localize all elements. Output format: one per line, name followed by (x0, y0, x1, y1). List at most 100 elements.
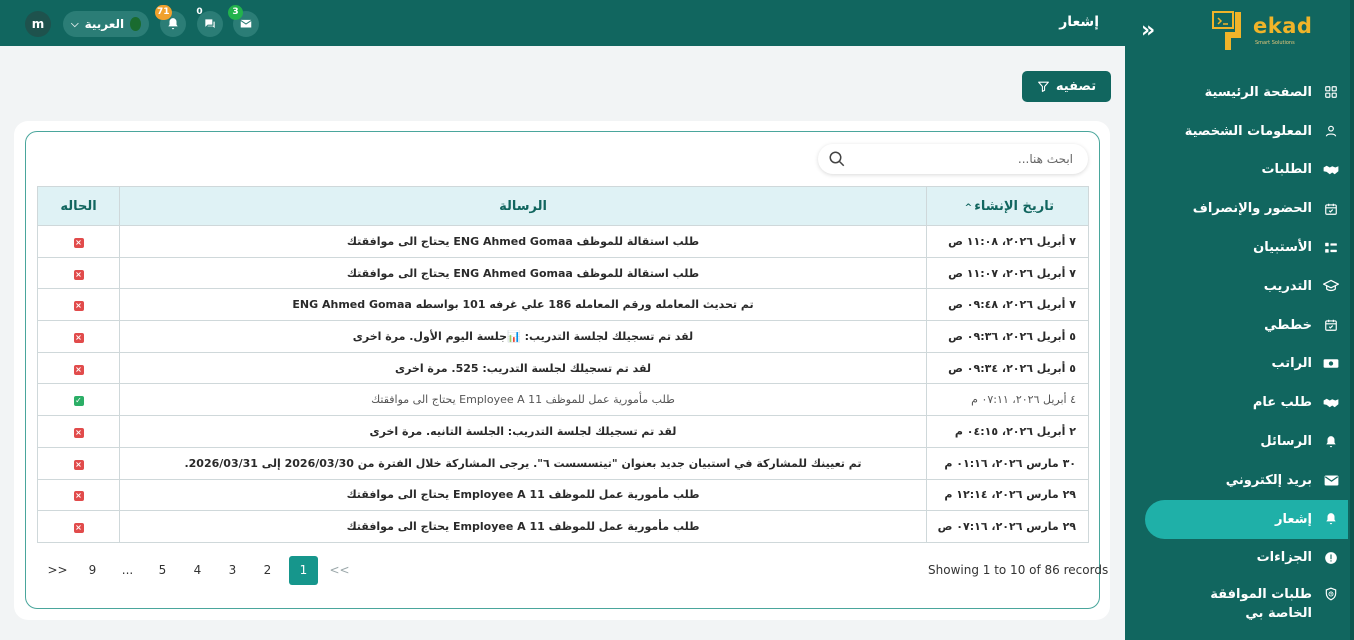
cell-status: × (37, 351, 120, 385)
sidebar-item-11[interactable]: إشعار (1145, 499, 1348, 539)
column-header-date[interactable]: تاريخ الإنشاء^ (926, 186, 1089, 226)
company-logo: ekad Smart Solutions (1211, 10, 1312, 52)
sidebar-item-1[interactable]: المعلومات الشخصية (1145, 112, 1348, 151)
language-selector[interactable]: ⌵ العربية (63, 11, 149, 37)
sidebar-item-label: إشعار (1275, 511, 1312, 527)
cell-date: ٧ أبريل ٢٠٢٦، ١١:٠٨ ص (926, 225, 1089, 258)
calendar-check-icon (1322, 200, 1340, 218)
cell-message: لقد تم تسجيلك لجلسة التدريب: الجلسة التا… (119, 415, 927, 448)
bell-icon (168, 18, 178, 30)
sidebar-item-6[interactable]: خططي (1145, 306, 1348, 345)
mail-badge: 3 (228, 5, 243, 20)
search-icon[interactable] (828, 150, 846, 168)
sidebar-item-7[interactable]: الراتب (1145, 345, 1348, 384)
cell-date: ٢٩ مارس ٢٠٢٦، ٠٧:١٦ ص (926, 510, 1089, 543)
sidebar-item-label: الرسائل (1260, 434, 1312, 450)
sidebar-item-label: التدريب (1263, 278, 1312, 294)
page-button-5[interactable]: 5 (145, 556, 180, 585)
top-header: إشعار m ⌵ العربية 71 0 3 (0, 0, 1125, 46)
sidebar-item-5[interactable]: التدريب (1145, 267, 1348, 306)
cell-status: ✓ (37, 383, 120, 417)
money-icon (1322, 355, 1340, 373)
sidebar-item-4[interactable]: الأستبيان (1145, 228, 1348, 267)
status-rejected-icon: × (73, 459, 84, 470)
table-row[interactable]: ٢٩ مارس ٢٠٢٦، ١٢:١٤ م طلب مأمورية عمل للم… (37, 478, 1089, 512)
sidebar-item-2[interactable]: الطلبات (1145, 151, 1348, 190)
collapse-sidebar-icon[interactable]: » (1141, 20, 1163, 44)
sidebar-item-12[interactable]: الجزاءات (1145, 539, 1348, 578)
page-last-button[interactable]: >> (40, 556, 75, 585)
alert-circle-icon (1322, 549, 1340, 567)
filter-button[interactable]: تصفيه (1022, 71, 1111, 102)
page-button-3[interactable]: 3 (215, 556, 250, 585)
sidebar-item-3[interactable]: الحضور والإنصراف (1145, 189, 1348, 228)
sidebar-item-0[interactable]: الصفحة الرئيسية (1145, 73, 1348, 112)
sidebar-item-9[interactable]: الرسائل (1145, 422, 1348, 461)
page-button-4[interactable]: 4 (180, 556, 215, 585)
notifications-button[interactable]: 71 (155, 5, 186, 37)
status-rejected-icon: × (73, 269, 84, 280)
logo-subtitle: Smart Solutions (1255, 40, 1295, 46)
bell-icon (1322, 433, 1340, 451)
sidebar-item-label: خططي (1264, 317, 1312, 333)
pagination: >> 9... 5 4 3 2 1 << (40, 556, 357, 585)
page-button-9[interactable]: 9 (75, 556, 110, 585)
table-row[interactable]: ٧ أبريل ٢٠٢٦، ١١:٠٨ ص طلب استقالة للموظف … (37, 225, 1089, 258)
cell-status: × (37, 478, 120, 512)
cell-message: لقد تم تسجيلك لجلسة التدريب: 525. مرة اخ… (119, 351, 927, 385)
sidebar-scrollbar[interactable] (1350, 0, 1354, 640)
sidebar-item-label: الحضور والإنصراف (1192, 201, 1312, 217)
status-rejected-icon: × (73, 237, 84, 248)
sidebar-item-label: طلبات الموافقة الخاصة بي (1210, 587, 1312, 622)
messages-badge: 0 (196, 7, 203, 17)
page-button-2[interactable]: 2 (250, 556, 285, 585)
table-row[interactable]: ٢٩ مارس ٢٠٢٦، ٠٧:١٦ ص طلب مأمورية عمل للم… (37, 510, 1089, 543)
page-button-1[interactable]: 1 (289, 556, 318, 585)
shield-clock-icon (1322, 585, 1340, 603)
mail-icon (240, 19, 252, 28)
cell-message: تم تعيينك للمشاركة في استبيان جديد بعنوا… (119, 446, 927, 480)
sidebar-item-8[interactable]: طلب عام (1145, 383, 1348, 422)
search-input[interactable] (848, 144, 1083, 174)
records-summary: Showing 1 to 10 of 86 records (928, 563, 1109, 577)
handshake-icon (1322, 394, 1340, 412)
column-header-status: الحاله (37, 186, 120, 226)
table-row[interactable]: ٧ أبريل ٢٠٢٦، ١١:٠٧ ص طلب استقالة للموظف … (37, 256, 1089, 290)
page-first-button[interactable]: << (322, 556, 357, 585)
messages-button[interactable]: 0 (196, 7, 223, 37)
status-rejected-icon: × (73, 523, 84, 534)
handshake-icon (1322, 161, 1340, 179)
table-row[interactable]: ٧ أبريل ٢٠٢٦، ٠٩:٤٨ ص تم تحديث المعامله و… (37, 288, 1089, 322)
graduation-cap-icon (1322, 277, 1340, 295)
table-row[interactable]: ٥ أبريل ٢٠٢٦، ٠٩:٣٤ ص لقد تم تسجيلك لجلسة… (37, 351, 1089, 385)
table-row[interactable]: ٤ أبريل ٢٠٢٦، ٠٧:١١ م طلب مأمورية عمل للم… (37, 383, 1089, 417)
status-rejected-icon: × (73, 491, 84, 502)
notifications-badge: 71 (155, 5, 172, 20)
table-row[interactable]: ٢ أبريل ٢٠٢٦، ٠٤:١٥ م لقد تم تسجيلك لجلسة… (37, 415, 1089, 448)
sidebar-item-label: الأستبيان (1253, 240, 1312, 256)
mail-button[interactable]: 3 (228, 5, 259, 37)
logo-text: ekad (1253, 14, 1313, 38)
cell-message: طلب مأمورية عمل للموظف Employee A 11 يحت… (119, 510, 927, 543)
sidebar: » ekad Smart Solutions الصفحة الرئيسية ال… (1125, 0, 1354, 640)
sidebar-item-label: الراتب (1271, 356, 1312, 372)
status-rejected-icon: × (73, 332, 84, 343)
sidebar-item-13[interactable]: طلبات الموافقة الخاصة بي (1145, 577, 1348, 621)
envelope-icon (1322, 471, 1340, 489)
sidebar-item-label: الطلبات (1261, 162, 1312, 178)
notifications-table: تاريخ الإنشاء^ الرسالة الحاله ٧ أبريل ٢٠… (37, 186, 1089, 543)
user-avatar[interactable]: m (25, 11, 51, 37)
table-row[interactable]: ٣٠ مارس ٢٠٢٦، ٠١:١٦ م تم تعيينك للمشاركة … (37, 446, 1089, 480)
cell-message: طلب مأمورية عمل للموظف Employee A 11 يحت… (119, 383, 927, 417)
user-icon (1322, 122, 1340, 140)
sidebar-nav: الصفحة الرئيسية المعلومات الشخصية الطلبات ا… (1145, 73, 1348, 621)
sidebar-item-10[interactable]: بريد إلكتروني (1145, 461, 1348, 500)
table-row[interactable]: ٥ أبريل ٢٠٢٦، ٠٩:٣٦ ص لقد تم تسجيلك لجلسة… (37, 320, 1089, 353)
cell-status: × (37, 320, 120, 353)
cell-date: ٧ أبريل ٢٠٢٦، ١١:٠٧ ص (926, 256, 1089, 290)
status-rejected-icon: × (73, 427, 84, 438)
cell-date: ٢٩ مارس ٢٠٢٦، ١٢:١٤ م (926, 478, 1089, 512)
sidebar-item-label: الجزاءات (1256, 550, 1312, 566)
cell-status: × (37, 510, 120, 543)
status-approved-icon: ✓ (73, 396, 84, 407)
